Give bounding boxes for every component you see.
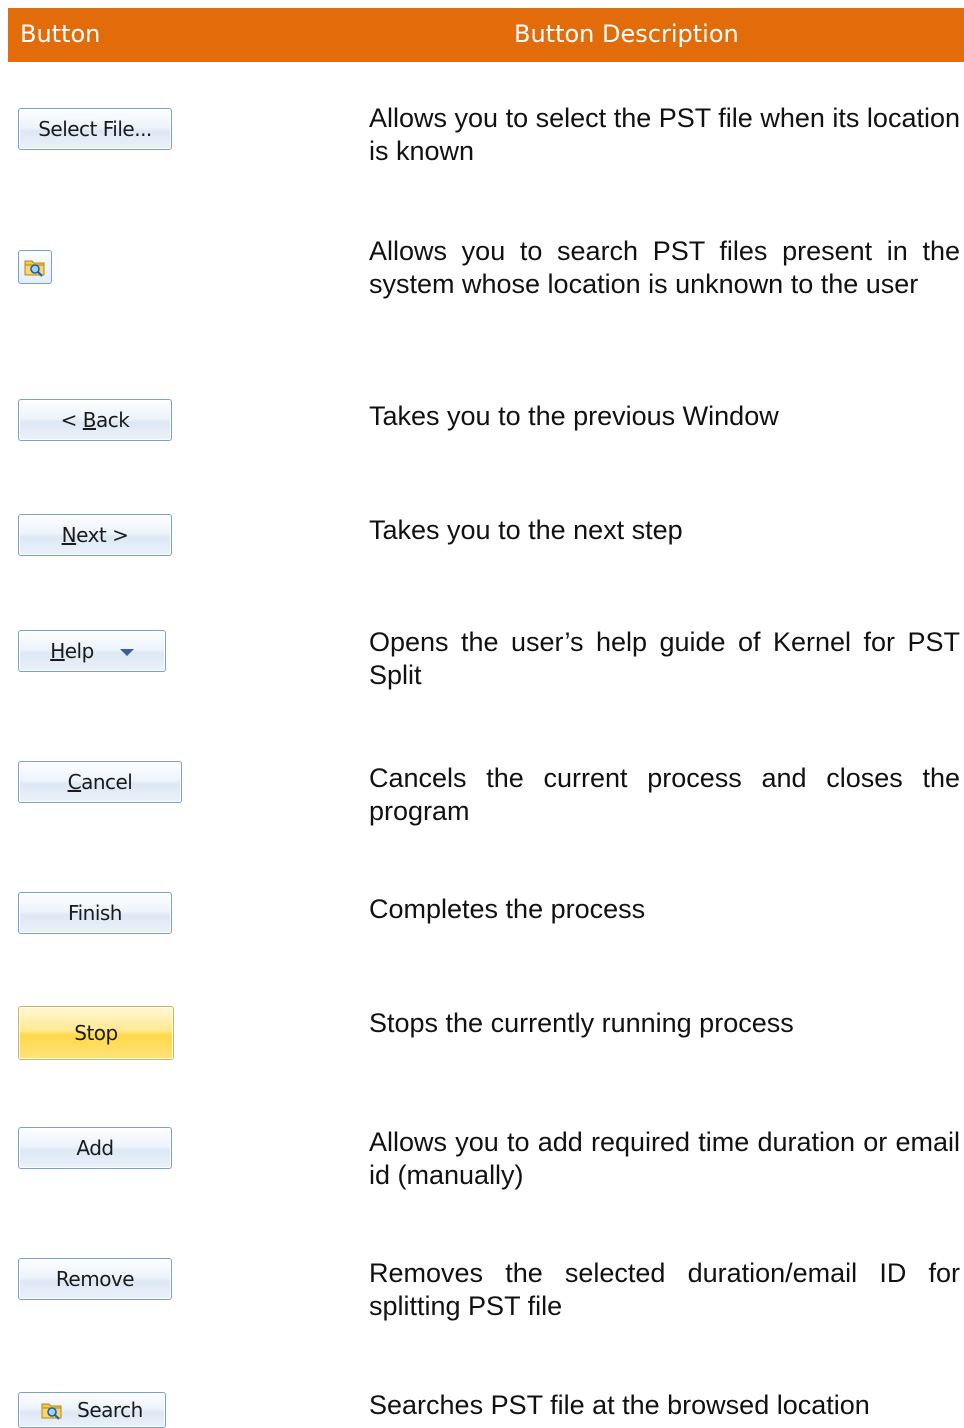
header-description-column: Button Description [514,20,739,48]
select-file-label: Select File... [38,117,152,141]
finish-label: Finish [68,901,122,925]
back-button[interactable]: < Back [18,399,172,441]
remove-description: Removes the selected duration/email ID f… [369,1258,960,1321]
help-button[interactable]: Help [18,630,166,672]
next-description: Takes you to the next step [369,515,683,545]
add-label: Add [76,1136,114,1160]
back-label: < Back [60,408,130,432]
stop-button[interactable]: Stop [18,1006,174,1060]
search-button[interactable]: Search [18,1392,166,1428]
remove-button[interactable]: Remove [18,1258,172,1300]
stop-label: Stop [74,1021,118,1045]
next-label: Next > [61,523,129,547]
cancel-label: Cancel [67,770,133,794]
table-header: Button Button Description [8,8,964,62]
select-file-description: Allows you to select the PST file when i… [369,103,960,166]
browse-search-button[interactable] [18,250,52,284]
folder-search-icon [41,1400,63,1420]
remove-label: Remove [55,1267,135,1291]
add-description: Allows you to add required time duration… [369,1127,960,1190]
help-label: Help [50,639,94,663]
cancel-description: Cancels the current process and closes t… [369,763,960,826]
browse-search-description: Allows you to search PST files present i… [369,236,960,299]
cancel-button[interactable]: Cancel [18,761,182,803]
back-description: Takes you to the previous Window [369,401,779,431]
add-button[interactable]: Add [18,1127,172,1169]
finish-button[interactable]: Finish [18,892,172,934]
folder-search-icon [24,260,45,277]
finish-description: Completes the process [369,894,646,924]
stop-description: Stops the currently running process [369,1008,794,1038]
search-description: Searches PST file at the browsed locatio… [369,1390,870,1420]
header-button-column: Button [20,20,101,48]
search-label: Search [77,1398,143,1422]
select-file-button[interactable]: Select File... [18,108,172,150]
help-description: Opens the user’s help guide of Kernel fo… [369,627,960,690]
dropdown-arrow-icon[interactable] [119,649,134,656]
next-button[interactable]: Next > [18,514,172,556]
